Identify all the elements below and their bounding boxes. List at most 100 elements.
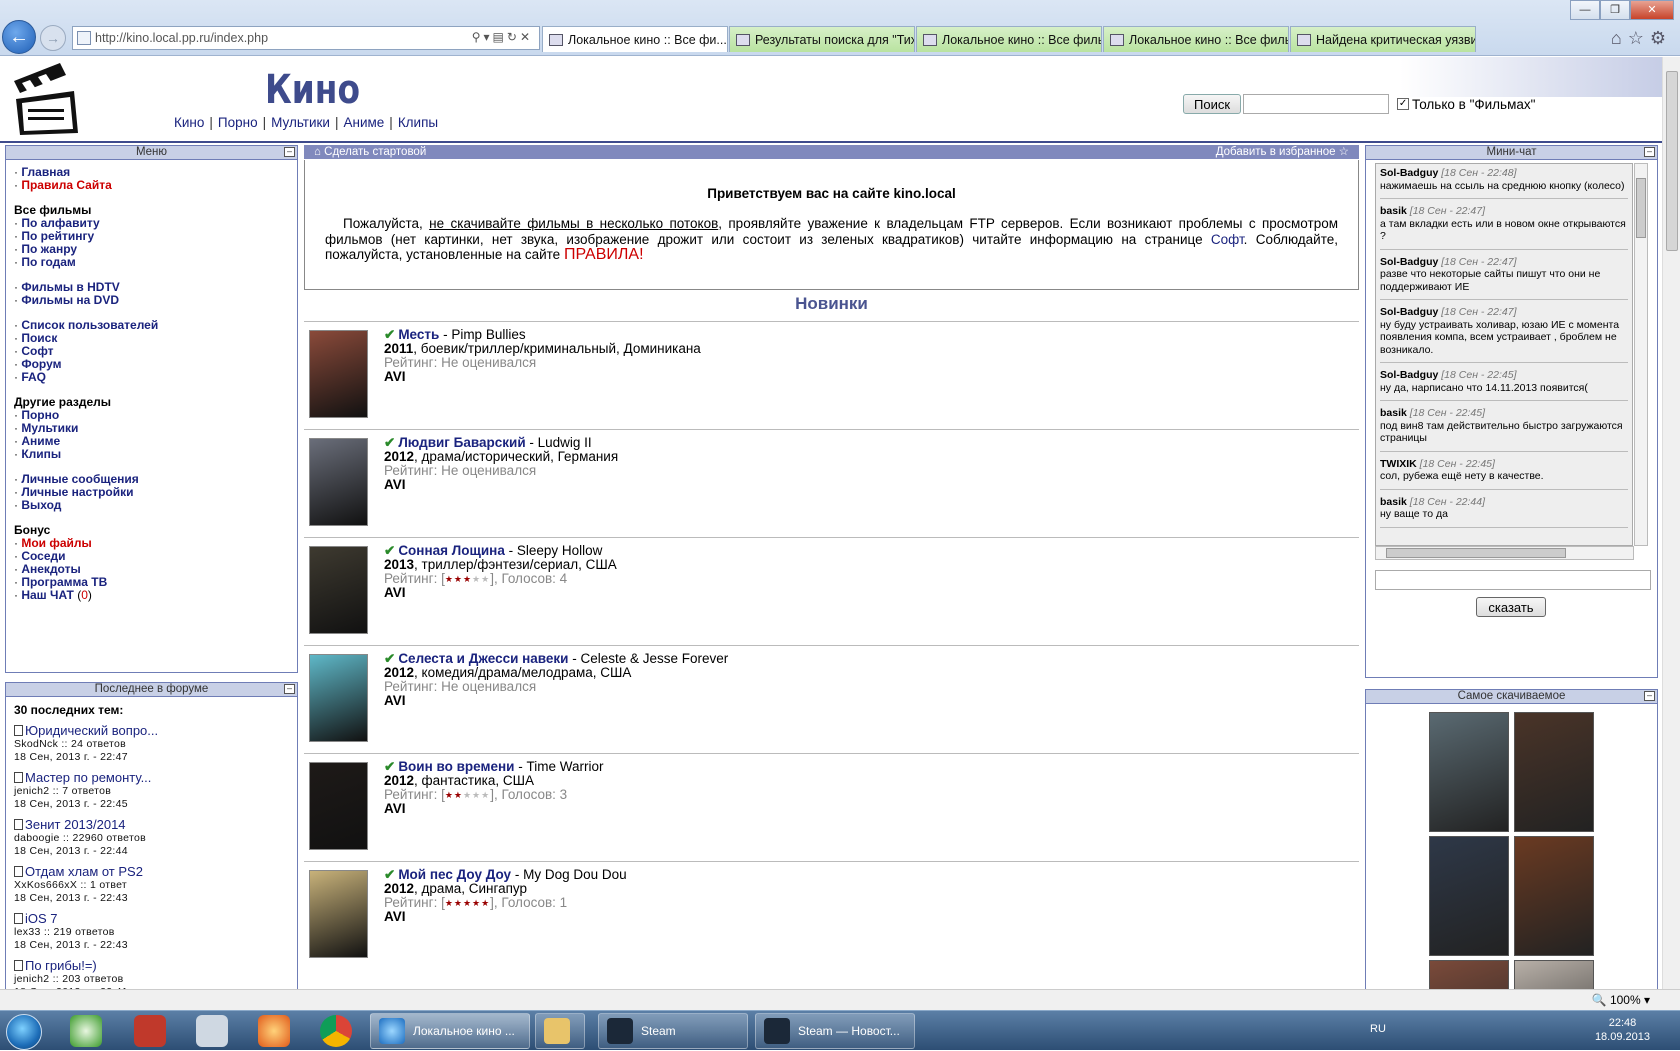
no-multithread-link[interactable]: не скачивайте фильмы в несколько потоков (429, 216, 718, 231)
top-poster[interactable] (1429, 960, 1509, 989)
menu-item-label[interactable]: Соседи (21, 549, 65, 563)
forum-topic-link[interactable]: Мастер по ремонту... (14, 770, 289, 785)
only-films-toggle[interactable]: ✓ Только в "Фильмах" (1397, 97, 1535, 112)
menu-item-label[interactable]: Фильмы на DVD (21, 293, 119, 307)
menu-item[interactable]: · По годам (14, 256, 289, 269)
menu-item-label[interactable]: Клипы (21, 447, 61, 461)
film-title-link[interactable]: Селеста и Джесси навеки (398, 651, 568, 666)
taskbar-task[interactable] (535, 1013, 585, 1049)
taskbar-task[interactable]: Steam (598, 1013, 748, 1049)
forward-button[interactable]: → (40, 25, 66, 51)
menu-item-label[interactable]: Форум (21, 357, 61, 371)
scroll-thumb[interactable] (1386, 548, 1566, 558)
nav-link[interactable]: Порно (218, 115, 258, 130)
maximize-button[interactable]: ❐ (1600, 0, 1630, 20)
nav-link[interactable]: Клипы (398, 115, 438, 130)
clapperboard-logo-icon[interactable] (12, 61, 82, 137)
menu-item[interactable]: · Выход (14, 499, 289, 512)
film-poster[interactable] (309, 870, 368, 958)
menu-item-label[interactable]: Анекдоты (21, 562, 80, 576)
add-favorite-link[interactable]: Добавить в избранное ☆ (1216, 145, 1349, 159)
taskbar-task[interactable]: Steam — Новост... (755, 1013, 915, 1049)
menu-item-label[interactable]: Поиск (21, 331, 57, 345)
menu-item[interactable]: · Наш ЧАТ (0) (14, 589, 289, 602)
home-icon[interactable]: ⌂ (1611, 28, 1628, 48)
tab-3[interactable]: Локальное кино :: Все филь... (916, 26, 1102, 52)
collapse-icon[interactable]: – (1644, 691, 1655, 701)
menu-item-label[interactable]: Порно (21, 408, 59, 422)
top-poster[interactable] (1514, 960, 1594, 989)
film-poster[interactable] (309, 546, 368, 634)
menu-item-label[interactable]: Выход (21, 498, 61, 512)
menu-item[interactable]: · Правила Сайта (14, 179, 289, 192)
film-poster[interactable] (309, 438, 368, 526)
nav-link[interactable]: Кино (174, 115, 204, 130)
chat-user[interactable]: basik (1380, 496, 1407, 508)
menu-item[interactable]: · Фильмы на DVD (14, 294, 289, 307)
film-title-link[interactable]: Мой пес Доу Доу (398, 867, 511, 882)
collapse-icon[interactable]: – (284, 684, 295, 694)
chat-hscrollbar[interactable] (1375, 546, 1634, 560)
tab-1[interactable]: Локальное кино :: Все фи...✕ (542, 26, 728, 52)
collapse-icon[interactable]: – (284, 147, 295, 157)
menu-item-label[interactable]: Аниме (21, 434, 60, 448)
forum-topic-link[interactable]: Отдам хлам от PS2 (14, 864, 289, 879)
film-title-link[interactable]: Месть (398, 327, 439, 342)
page-vscrollbar[interactable] (1662, 57, 1680, 989)
tab-5[interactable]: Найдена критическая уязвим... (1290, 26, 1476, 52)
chat-user[interactable]: TWIXIK (1380, 458, 1417, 470)
film-poster[interactable] (309, 654, 368, 742)
language-indicator[interactable]: RU (1370, 1023, 1386, 1035)
close-button[interactable]: ✕ (1630, 0, 1674, 20)
search-input[interactable] (1243, 94, 1390, 114)
flash-icon[interactable] (258, 1015, 290, 1047)
menu-item-label[interactable]: По рейтингу (21, 229, 94, 243)
menu-item[interactable]: · Поиск (14, 332, 289, 345)
search-button[interactable]: Поиск (1183, 94, 1242, 114)
chat-input[interactable] (1375, 570, 1651, 590)
chat-user[interactable]: Sol-Badguy (1380, 256, 1438, 268)
menu-item[interactable]: · Клипы (14, 448, 289, 461)
acrobat-icon[interactable] (134, 1015, 166, 1047)
favorites-star-icon[interactable]: ☆ (1628, 28, 1650, 48)
taskbar-task[interactable]: Локальное кино ... (370, 1013, 530, 1049)
menu-item-label[interactable]: Главная (21, 165, 70, 179)
menu-item-label[interactable]: Личные сообщения (21, 472, 138, 486)
scroll-thumb[interactable] (1636, 178, 1646, 238)
scroll-thumb[interactable] (1666, 71, 1678, 251)
make-start-link[interactable]: ⌂ Сделать стартовой (314, 145, 426, 159)
calculator-icon[interactable] (196, 1015, 228, 1047)
start-button[interactable] (6, 1014, 42, 1050)
address-actions-icon[interactable]: ⚲▾▤↻✕ (472, 30, 533, 44)
address-bar[interactable]: http://kino.local.pp.ru/index.php ⚲▾▤↻✕ (72, 26, 540, 50)
chat-user[interactable]: basik (1380, 407, 1407, 419)
top-poster[interactable] (1429, 836, 1509, 956)
menu-item-label[interactable]: Мои файлы (21, 536, 91, 550)
menu-item-label[interactable]: По жанру (21, 242, 77, 256)
checkbox-checked-icon[interactable]: ✓ (1397, 98, 1410, 110)
minimize-button[interactable]: — (1570, 0, 1600, 20)
nav-link[interactable]: Мультики (271, 115, 330, 130)
zoom-control[interactable]: 🔍 100% ▾ (1592, 993, 1650, 1007)
chrome-icon[interactable] (320, 1015, 352, 1047)
menu-item-label[interactable]: По годам (21, 255, 75, 269)
menu-item-label[interactable]: Программа ТВ (21, 575, 107, 589)
menu-item-label[interactable]: Наш ЧАТ (21, 588, 74, 602)
chat-messages[interactable]: Sol-Badguy [18 Сен - 22:48] нажимаешь на … (1375, 163, 1633, 546)
menu-item-label[interactable]: FAQ (21, 370, 46, 384)
chat-user[interactable]: Sol-Badguy (1380, 306, 1438, 318)
clock[interactable]: 22:48 18.09.2013 (1595, 1016, 1650, 1044)
forum-topic-link[interactable]: Зенит 2013/2014 (14, 817, 289, 832)
menu-item-label[interactable]: Фильмы в HDTV (21, 280, 119, 294)
gear-icon[interactable]: ⚙ (1650, 28, 1672, 48)
tab-4[interactable]: Локальное кино :: Все филь... (1103, 26, 1289, 52)
menu-item-label[interactable]: Личные настройки (21, 485, 133, 499)
film-poster[interactable] (309, 762, 368, 850)
film-poster[interactable] (309, 330, 368, 418)
menu-item-label[interactable]: По алфавиту (21, 216, 99, 230)
menu-item-label[interactable]: Софт (21, 344, 53, 358)
top-poster[interactable] (1514, 712, 1594, 832)
film-title-link[interactable]: Воин во времени (398, 759, 514, 774)
chat-user[interactable]: basik (1380, 205, 1407, 217)
menu-item-label[interactable]: Мультики (21, 421, 78, 435)
